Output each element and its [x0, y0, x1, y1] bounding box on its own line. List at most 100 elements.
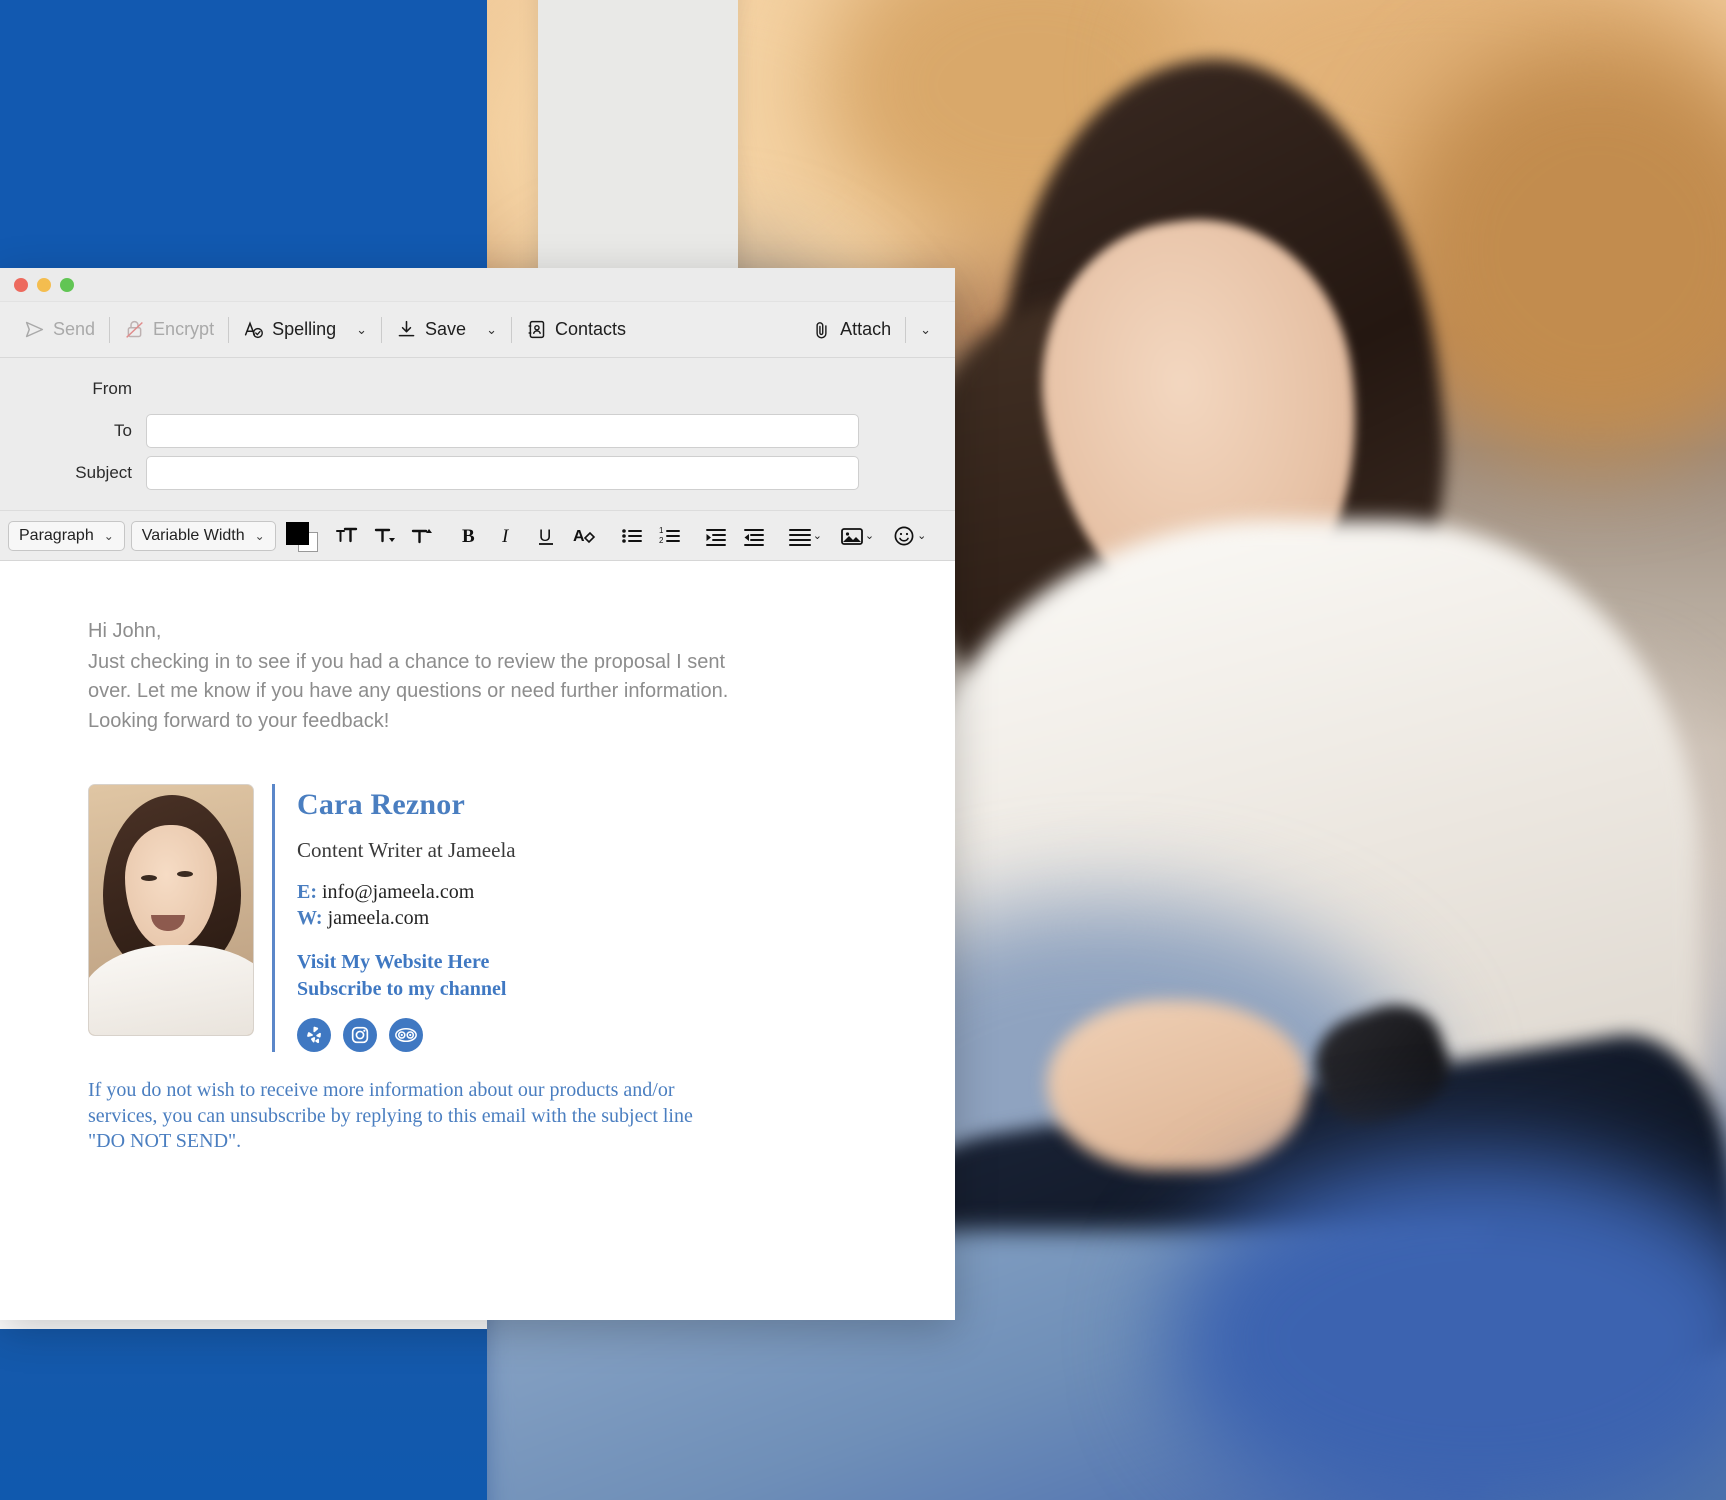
- underline-icon[interactable]: U: [530, 520, 562, 552]
- subject-input[interactable]: [146, 456, 859, 490]
- contacts-button[interactable]: Contacts: [516, 314, 636, 345]
- signature-name: Cara Reznor: [297, 787, 465, 821]
- contacts-icon: [528, 320, 545, 339]
- signature-social-links: [297, 1018, 516, 1053]
- to-label: To: [114, 421, 132, 440]
- signature-email-value[interactable]: info@jameela.com: [322, 881, 474, 903]
- save-download-icon: [398, 320, 415, 337]
- font-family-value: Variable Width: [141, 526, 245, 544]
- attach-chevron-down-icon[interactable]: ⌄: [910, 316, 941, 344]
- send-label: Send: [53, 319, 96, 339]
- remove-formatting-icon[interactable]: A: [568, 520, 600, 552]
- bulleted-list-icon[interactable]: [616, 520, 648, 552]
- save-button[interactable]: Save: [386, 314, 476, 345]
- compose-window: Send Encrypt Spelling ⌄ Save ⌄ Contacts …: [0, 268, 955, 1320]
- toolbar-divider: [905, 316, 907, 343]
- subject-label: Subject: [75, 463, 132, 482]
- email-signature: Cara Reznor Content Writer at Jameela E:…: [88, 783, 905, 1053]
- chevron-down-icon: ⌄: [254, 528, 265, 543]
- attach-button[interactable]: Attach: [801, 314, 901, 345]
- italic-icon[interactable]: I: [492, 520, 524, 552]
- message-paragraph: Just checking in to see if you had a cha…: [88, 651, 729, 732]
- screenshot-stage: Send Encrypt Spelling ⌄ Save ⌄ Contacts …: [0, 0, 1726, 1500]
- compose-toolbar: Send Encrypt Spelling ⌄ Save ⌄ Contacts …: [0, 302, 955, 358]
- spelling-label: Spelling: [272, 319, 337, 339]
- signature-web-label: W:: [297, 906, 323, 929]
- signature-contact: E: info@jameela.com W: jameela.com: [297, 879, 516, 931]
- svg-text:B: B: [462, 526, 475, 547]
- save-chevron-down-icon[interactable]: ⌄: [476, 316, 507, 344]
- brand-block-top: [0, 0, 487, 302]
- encrypt-label: Encrypt: [153, 319, 215, 339]
- from-label: From: [92, 379, 132, 398]
- numbered-list-icon[interactable]: 1 2: [654, 520, 686, 552]
- spelling-button[interactable]: Spelling: [233, 314, 346, 345]
- minimize-button[interactable]: [37, 277, 51, 292]
- bold-icon[interactable]: B: [454, 520, 486, 552]
- font-family-select[interactable]: Variable Width ⌄: [130, 520, 276, 551]
- text-color-swatch[interactable]: [285, 521, 320, 552]
- website-link[interactable]: Visit My Website Here: [297, 949, 516, 976]
- from-row: From: [0, 370, 955, 408]
- spelling-icon: [244, 321, 264, 339]
- compose-headers: From To Subject: [0, 358, 955, 511]
- toolbar-divider: [381, 316, 383, 343]
- font-size-menu-icon[interactable]: [406, 520, 438, 552]
- yelp-icon[interactable]: [297, 1018, 331, 1053]
- foreground-color-swatch[interactable]: [285, 521, 309, 545]
- signature-web-value[interactable]: jameela.com: [328, 907, 430, 929]
- chevron-down-icon: ⌄: [103, 528, 114, 543]
- close-button[interactable]: [14, 277, 28, 292]
- signature-role: Content Writer at Jameela: [297, 837, 516, 862]
- traffic-lights[interactable]: [14, 277, 74, 292]
- indent-icon[interactable]: [738, 520, 770, 552]
- paragraph-style-value: Paragraph: [19, 526, 94, 544]
- spelling-chevron-down-icon[interactable]: ⌄: [346, 316, 377, 344]
- unsubscribe-disclaimer: If you do not wish to receive more infor…: [88, 1079, 693, 1152]
- message-greeting: Hi John,: [88, 620, 162, 642]
- toolbar-divider: [228, 316, 230, 343]
- formatting-toolbar: Paragraph ⌄ Variable Width ⌄ B I U A 1 2…: [0, 511, 955, 561]
- send-icon: [25, 321, 44, 338]
- to-input[interactable]: [146, 414, 859, 448]
- save-label: Save: [425, 319, 467, 339]
- channel-link[interactable]: Subscribe to my channel: [297, 976, 516, 1003]
- paperclip-icon: [816, 322, 827, 339]
- svg-text:U: U: [539, 526, 551, 545]
- emoji-group[interactable]: ⌄: [888, 520, 928, 552]
- signature-avatar: [88, 783, 254, 1036]
- attach-label: Attach: [840, 319, 892, 339]
- insert-image-icon[interactable]: [836, 520, 868, 552]
- signature-email-label: E:: [297, 880, 317, 903]
- signature-links: Visit My Website Here Subscribe to my ch…: [297, 949, 516, 1003]
- emoji-chevron-down-icon[interactable]: ⌄: [917, 529, 926, 542]
- toolbar-divider: [510, 316, 512, 343]
- image-chevron-down-icon[interactable]: ⌄: [865, 529, 874, 542]
- send-button[interactable]: Send: [14, 314, 105, 345]
- align-chevron-down-icon[interactable]: ⌄: [813, 529, 822, 542]
- window-titlebar: [0, 268, 955, 302]
- emoji-icon[interactable]: [888, 520, 920, 552]
- to-row: To: [0, 412, 955, 450]
- align-icon[interactable]: [784, 520, 816, 552]
- image-group[interactable]: ⌄: [836, 520, 876, 552]
- zoom-button[interactable]: [60, 277, 74, 292]
- signature-email-row: E: info@jameela.com: [297, 879, 516, 905]
- message-body[interactable]: Hi John, Just checking in to see if you …: [0, 561, 955, 1320]
- svg-text:1: 1: [659, 526, 664, 535]
- paragraph-style-select[interactable]: Paragraph ⌄: [8, 520, 125, 551]
- toolbar-divider: [109, 316, 111, 343]
- tripadvisor-icon[interactable]: [389, 1018, 423, 1053]
- align-group[interactable]: ⌄: [784, 520, 824, 552]
- outdent-icon[interactable]: [700, 520, 732, 552]
- brand-block-bottom: [0, 1329, 487, 1500]
- encrypt-button[interactable]: Encrypt: [114, 314, 224, 345]
- instagram-icon[interactable]: [343, 1018, 377, 1053]
- encrypt-lock-icon: [126, 320, 143, 338]
- svg-text:I: I: [501, 526, 510, 547]
- contacts-label: Contacts: [554, 319, 627, 339]
- signature-web-row: W: jameela.com: [297, 905, 516, 931]
- svg-text:A: A: [573, 528, 585, 545]
- increase-font-size-icon[interactable]: [330, 520, 362, 552]
- decrease-font-size-icon[interactable]: [368, 520, 400, 552]
